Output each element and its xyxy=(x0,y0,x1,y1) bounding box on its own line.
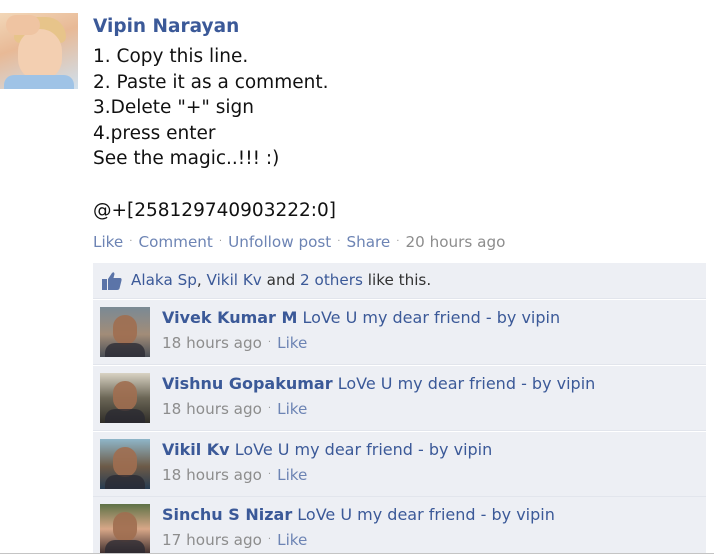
comment-body: Sinchu S Nizar LoVe U my dear friend - b… xyxy=(162,505,555,525)
like-link[interactable]: Like xyxy=(93,233,123,251)
post-line: @+[258129740903222:0] xyxy=(93,199,336,221)
post-actions: Like · Comment · Unfollow post · Share · 20 hour… xyxy=(93,231,505,256)
commenter-avatar[interactable] xyxy=(100,504,150,553)
comment-link[interactable]: Comment xyxy=(138,233,212,251)
liker-link[interactable]: Vikil Kv xyxy=(207,271,262,289)
comment-body: Vishnu Gopakumar LoVe U my dear friend -… xyxy=(162,374,595,394)
comment-like-link[interactable]: Like xyxy=(277,400,307,418)
commenter-name-link[interactable]: Vivek Kumar M xyxy=(162,308,297,327)
share-link[interactable]: Share xyxy=(346,233,390,251)
comment-meta: 17 hours ago · Like xyxy=(162,530,307,553)
liker-link[interactable]: Alaka Sp xyxy=(131,271,197,289)
comment-timestamp[interactable]: 17 hours ago xyxy=(162,531,262,549)
comment-item: Vivek Kumar M LoVe U my dear friend - by… xyxy=(93,300,706,365)
action-separator: · xyxy=(218,236,223,247)
comment-item: Vikil Kv LoVe U my dear friend - by vipi… xyxy=(93,432,706,497)
comment-meta: 18 hours ago · Like xyxy=(162,399,307,422)
post-timestamp[interactable]: 20 hours ago xyxy=(405,233,505,251)
action-separator: · xyxy=(337,236,341,247)
commenter-avatar[interactable] xyxy=(100,307,150,357)
comment-item: Sinchu S Nizar LoVe U my dear friend - b… xyxy=(93,497,706,553)
comment-text: LoVe U my dear friend - by vipin xyxy=(297,505,555,524)
meta-separator: · xyxy=(267,534,272,545)
commenter-name-link[interactable]: Vikil Kv xyxy=(162,440,230,459)
commenter-name-link[interactable]: Sinchu S Nizar xyxy=(162,505,292,524)
author-avatar[interactable] xyxy=(0,13,78,89)
meta-separator: · xyxy=(267,469,272,480)
comment-body: Vikil Kv LoVe U my dear friend - by vipi… xyxy=(162,440,492,460)
comment-text: LoVe U my dear friend - by vipin xyxy=(234,440,493,459)
comment-like-link[interactable]: Like xyxy=(277,466,307,484)
post: Vipin Narayan 1. Copy this line. 2. Past… xyxy=(93,14,707,223)
post-line: 2. Paste it as a comment. xyxy=(93,71,329,93)
post-line: 4.press enter xyxy=(93,122,216,144)
action-separator: · xyxy=(396,236,400,247)
commenter-avatar[interactable] xyxy=(100,439,150,489)
post-line: 3.Delete "+" sign xyxy=(93,97,254,119)
avatar-face xyxy=(18,29,62,81)
comment-like-link[interactable]: Like xyxy=(277,531,307,549)
commenter-avatar[interactable] xyxy=(100,373,150,423)
bottom-divider xyxy=(0,553,714,554)
comment-meta: 18 hours ago · Like xyxy=(162,465,307,488)
action-separator: · xyxy=(129,236,133,247)
comment-meta: 18 hours ago · Like xyxy=(162,333,307,356)
meta-separator: · xyxy=(267,337,272,348)
meta-separator: · xyxy=(267,403,272,414)
post-author-link[interactable]: Vipin Narayan xyxy=(93,14,707,40)
likes-text: Alaka Sp, Vikil Kv and 2 others like thi… xyxy=(131,263,431,298)
likes-others-link[interactable]: 2 others xyxy=(300,271,363,289)
comment-like-link[interactable]: Like xyxy=(277,334,307,352)
post-line: See the magic..!!! :) xyxy=(93,148,280,170)
comment-body: Vivek Kumar M LoVe U my dear friend - by… xyxy=(162,308,560,328)
avatar-shirt xyxy=(4,75,74,89)
thumbs-up-icon xyxy=(102,272,122,290)
comment-timestamp[interactable]: 18 hours ago xyxy=(162,400,262,418)
post-line-blank xyxy=(93,172,707,198)
likes-summary: Alaka Sp, Vikil Kv and 2 others like thi… xyxy=(93,263,706,299)
comment-timestamp[interactable]: 18 hours ago xyxy=(162,334,262,352)
likes-and: and xyxy=(261,271,301,289)
post-message: 1. Copy this line. 2. Paste it as a comm… xyxy=(93,44,707,223)
post-line: 1. Copy this line. xyxy=(93,46,249,67)
unfollow-post-link[interactable]: Unfollow post xyxy=(228,233,331,251)
commenter-name-link[interactable]: Vishnu Gopakumar xyxy=(162,374,333,393)
comment-text: LoVe U my dear friend - by vipin xyxy=(302,308,561,327)
likes-suffix: like this. xyxy=(362,271,432,289)
comment-text: LoVe U my dear friend - by vipin xyxy=(337,374,596,393)
comment-timestamp[interactable]: 18 hours ago xyxy=(162,466,262,484)
comment-item: Vishnu Gopakumar LoVe U my dear friend -… xyxy=(93,366,706,431)
avatar-hand xyxy=(6,15,40,35)
likes-comma: , xyxy=(196,271,207,289)
